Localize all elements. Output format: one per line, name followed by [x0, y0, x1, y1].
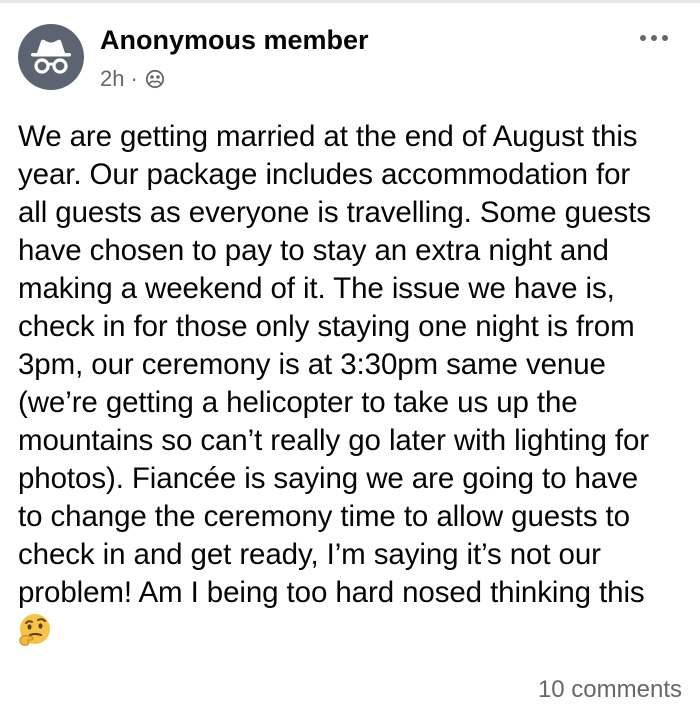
post-header: Anonymous member 2h ·	[0, 0, 700, 110]
thinking-face-icon	[17, 612, 53, 648]
more-options-icon	[640, 35, 668, 41]
anonymous-avatar[interactable]	[18, 24, 84, 90]
group-privacy-icon[interactable]	[144, 68, 166, 90]
post-timestamp[interactable]: 2h	[100, 66, 124, 92]
author-name[interactable]: Anonymous member	[100, 25, 369, 56]
post-text: We are getting married at the end of Aug…	[18, 120, 651, 609]
comment-count[interactable]: 10 comments	[538, 676, 682, 703]
more-options-button[interactable]	[636, 28, 672, 48]
post-footer: 10 comments	[538, 676, 682, 704]
post-meta: 2h ·	[100, 66, 166, 92]
incognito-icon	[31, 39, 71, 74]
meta-separator: ·	[130, 66, 138, 91]
